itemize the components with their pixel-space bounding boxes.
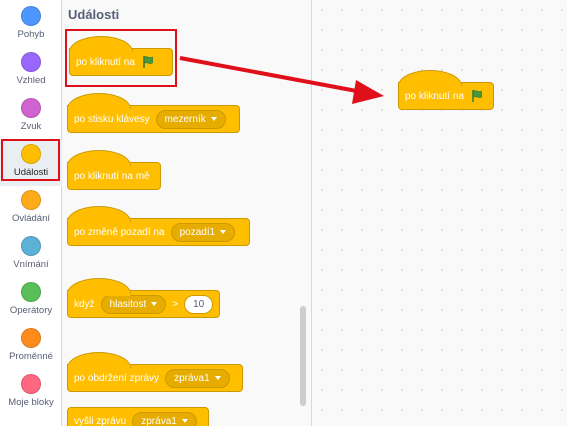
scratch-editor: Pohyb Vzhled Zvuk Události Ovládání Vním… — [0, 0, 567, 426]
drag-arrow-icon — [179, 56, 384, 104]
